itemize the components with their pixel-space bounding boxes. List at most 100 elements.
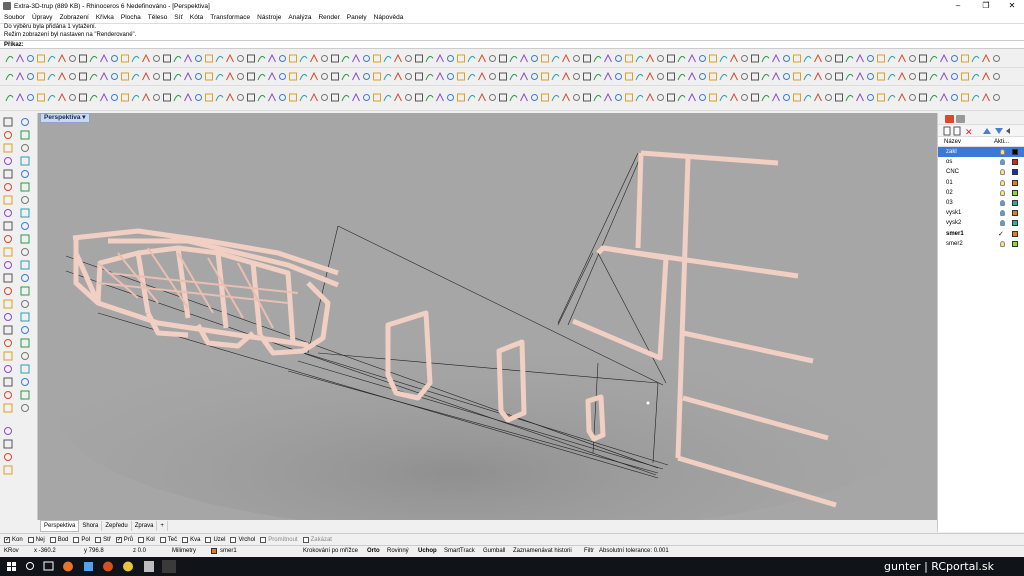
toolbar-tool-icon[interactable] <box>887 94 896 102</box>
osnap-uzel[interactable]: Uzel <box>205 536 225 543</box>
menu-napoveda[interactable]: Nápověda <box>374 14 404 21</box>
toolbar-tool-icon[interactable] <box>993 94 1000 101</box>
toolbar-tool-icon[interactable] <box>940 92 948 102</box>
toolbar-tool-icon[interactable] <box>467 94 476 102</box>
toolbar-tool-icon[interactable] <box>457 93 465 102</box>
sidebar-tool-icon[interactable] <box>21 118 29 126</box>
toolbar-tool-icon[interactable] <box>803 94 812 102</box>
toolbar-tool-icon[interactable] <box>898 92 906 102</box>
toolbar-tool-icon[interactable] <box>657 55 664 62</box>
tab-zepredu[interactable]: Zepředu <box>102 521 132 531</box>
toolbar-tool-icon[interactable] <box>625 93 633 102</box>
toolbar-tool-icon[interactable] <box>153 73 160 80</box>
sidebar-tool-icon[interactable] <box>3 273 13 283</box>
toolbar-tool-icon[interactable] <box>730 53 738 63</box>
toolbar-tool-icon[interactable] <box>247 93 255 102</box>
toolbar-tool-icon[interactable] <box>677 73 686 81</box>
toolbar-tool-icon[interactable] <box>69 73 76 80</box>
toolbar-tool-icon[interactable] <box>58 71 66 81</box>
osnap-kva[interactable]: Kva <box>182 536 200 543</box>
layer-color-swatch[interactable] <box>1012 169 1018 176</box>
toolbar-tool-icon[interactable] <box>279 73 286 80</box>
toolbar-tool-icon[interactable] <box>299 94 308 102</box>
toolbar-tool-icon[interactable] <box>173 73 182 81</box>
toolbar-tool-icon[interactable] <box>373 93 381 102</box>
toolbar-tool-icon[interactable] <box>394 92 402 102</box>
toolbar-tool-icon[interactable] <box>919 72 927 81</box>
toolbar-tool-icon[interactable] <box>195 94 202 101</box>
toolbar-tool-icon[interactable] <box>835 93 843 102</box>
toolbar-tool-icon[interactable] <box>47 55 56 63</box>
sidebar-tool-icon[interactable] <box>21 248 29 256</box>
menu-zobrazeni[interactable]: Zobrazení <box>60 14 89 21</box>
toolbar-tool-icon[interactable] <box>783 94 790 101</box>
toolbar-tool-icon[interactable] <box>394 53 402 63</box>
toolbar-tool-icon[interactable] <box>467 55 476 63</box>
toolbar-tool-icon[interactable] <box>520 53 528 63</box>
visibility-bulb-icon[interactable] <box>1000 199 1005 206</box>
toolbar-tool-icon[interactable] <box>814 53 822 63</box>
sidebar-tool-icon[interactable] <box>20 260 30 270</box>
osnap-teč[interactable]: Teč <box>159 536 177 543</box>
toolbar-tool-icon[interactable] <box>583 54 591 63</box>
sidebar-tool-icon[interactable] <box>20 182 30 192</box>
toolbar-tool-icon[interactable] <box>982 92 990 102</box>
toolbar-tool-icon[interactable] <box>961 54 969 63</box>
toolbar-tool-icon[interactable] <box>593 73 602 81</box>
layer-row[interactable]: smer2 <box>938 239 1024 249</box>
osnap-checkbox[interactable] <box>49 536 56 543</box>
toolbar-tool-icon[interactable] <box>299 73 308 81</box>
toolbar-tool-icon[interactable] <box>215 73 224 81</box>
toolbar-tool-icon[interactable] <box>79 54 87 63</box>
toolbar-tool-icon[interactable] <box>16 71 24 81</box>
toolbar-tool-icon[interactable] <box>37 72 45 81</box>
sidebar-tool-icon[interactable] <box>3 351 13 361</box>
toolbar-tool-icon[interactable] <box>195 73 202 80</box>
toolbar-tool-icon[interactable] <box>951 73 958 80</box>
sidebar-tool-icon[interactable] <box>3 117 13 127</box>
toolbar-tool-icon[interactable] <box>467 73 476 81</box>
sidebar-tool-icon[interactable] <box>20 130 30 140</box>
toolbar-tool-icon[interactable] <box>929 55 938 63</box>
toolbar-tool-icon[interactable] <box>121 54 129 63</box>
toolbar-tool-icon[interactable] <box>237 73 244 80</box>
toolbar-tool-icon[interactable] <box>688 71 696 81</box>
layer-row[interactable]: 01 <box>938 178 1024 188</box>
layer-color-swatch[interactable] <box>1012 149 1018 155</box>
layer-row[interactable]: vysk2 <box>938 218 1024 228</box>
sidebar-tool-icon[interactable] <box>4 131 12 139</box>
toolbar-tool-icon[interactable] <box>688 92 696 102</box>
toolbar-tool-icon[interactable] <box>845 94 854 102</box>
toolbar-tool-icon[interactable] <box>531 94 538 101</box>
toolbar-tool-icon[interactable] <box>509 55 518 63</box>
maximize-button[interactable]: ❐ <box>972 0 1000 12</box>
toolbar-tool-icon[interactable] <box>825 55 832 62</box>
toolbar-tool-icon[interactable] <box>447 73 454 80</box>
toggle-history[interactable]: Zaznamenávat historii <box>513 548 572 554</box>
menu-nastroje[interactable]: Nástroje <box>257 14 281 21</box>
toolbar-tool-icon[interactable] <box>583 72 591 81</box>
toolbar-tool-icon[interactable] <box>173 94 182 102</box>
toolbar-tool-icon[interactable] <box>877 72 885 81</box>
toolbar-tool-icon[interactable] <box>562 71 570 81</box>
toolbar-tool-icon[interactable] <box>425 73 434 81</box>
osnap-checkbox[interactable] <box>95 536 102 543</box>
toolbar-tool-icon[interactable] <box>257 55 266 63</box>
toolbar-tool-icon[interactable] <box>835 54 843 63</box>
toolbar-tool-icon[interactable] <box>573 55 580 62</box>
visibility-bulb-icon[interactable] <box>1000 149 1005 155</box>
toggle-smarttrack[interactable]: SmartTrack <box>444 548 475 554</box>
toolbar-tool-icon[interactable] <box>457 54 465 63</box>
toolbar-tool-icon[interactable] <box>5 73 14 81</box>
toolbar-tool-icon[interactable] <box>100 53 108 63</box>
toolbar-tool-icon[interactable] <box>593 55 602 63</box>
toolbar-tool-icon[interactable] <box>751 93 759 102</box>
toolbar-tool-icon[interactable] <box>499 54 507 63</box>
toolbar-tool-icon[interactable] <box>856 71 864 81</box>
sidebar-tool-icon[interactable] <box>21 170 29 178</box>
toolbar-tool-icon[interactable] <box>499 93 507 102</box>
toolbar-tool-icon[interactable] <box>289 93 297 102</box>
toolbar-tool-icon[interactable] <box>615 94 622 101</box>
toolbar-tool-icon[interactable] <box>867 73 874 80</box>
toolbar-tool-icon[interactable] <box>247 72 255 81</box>
